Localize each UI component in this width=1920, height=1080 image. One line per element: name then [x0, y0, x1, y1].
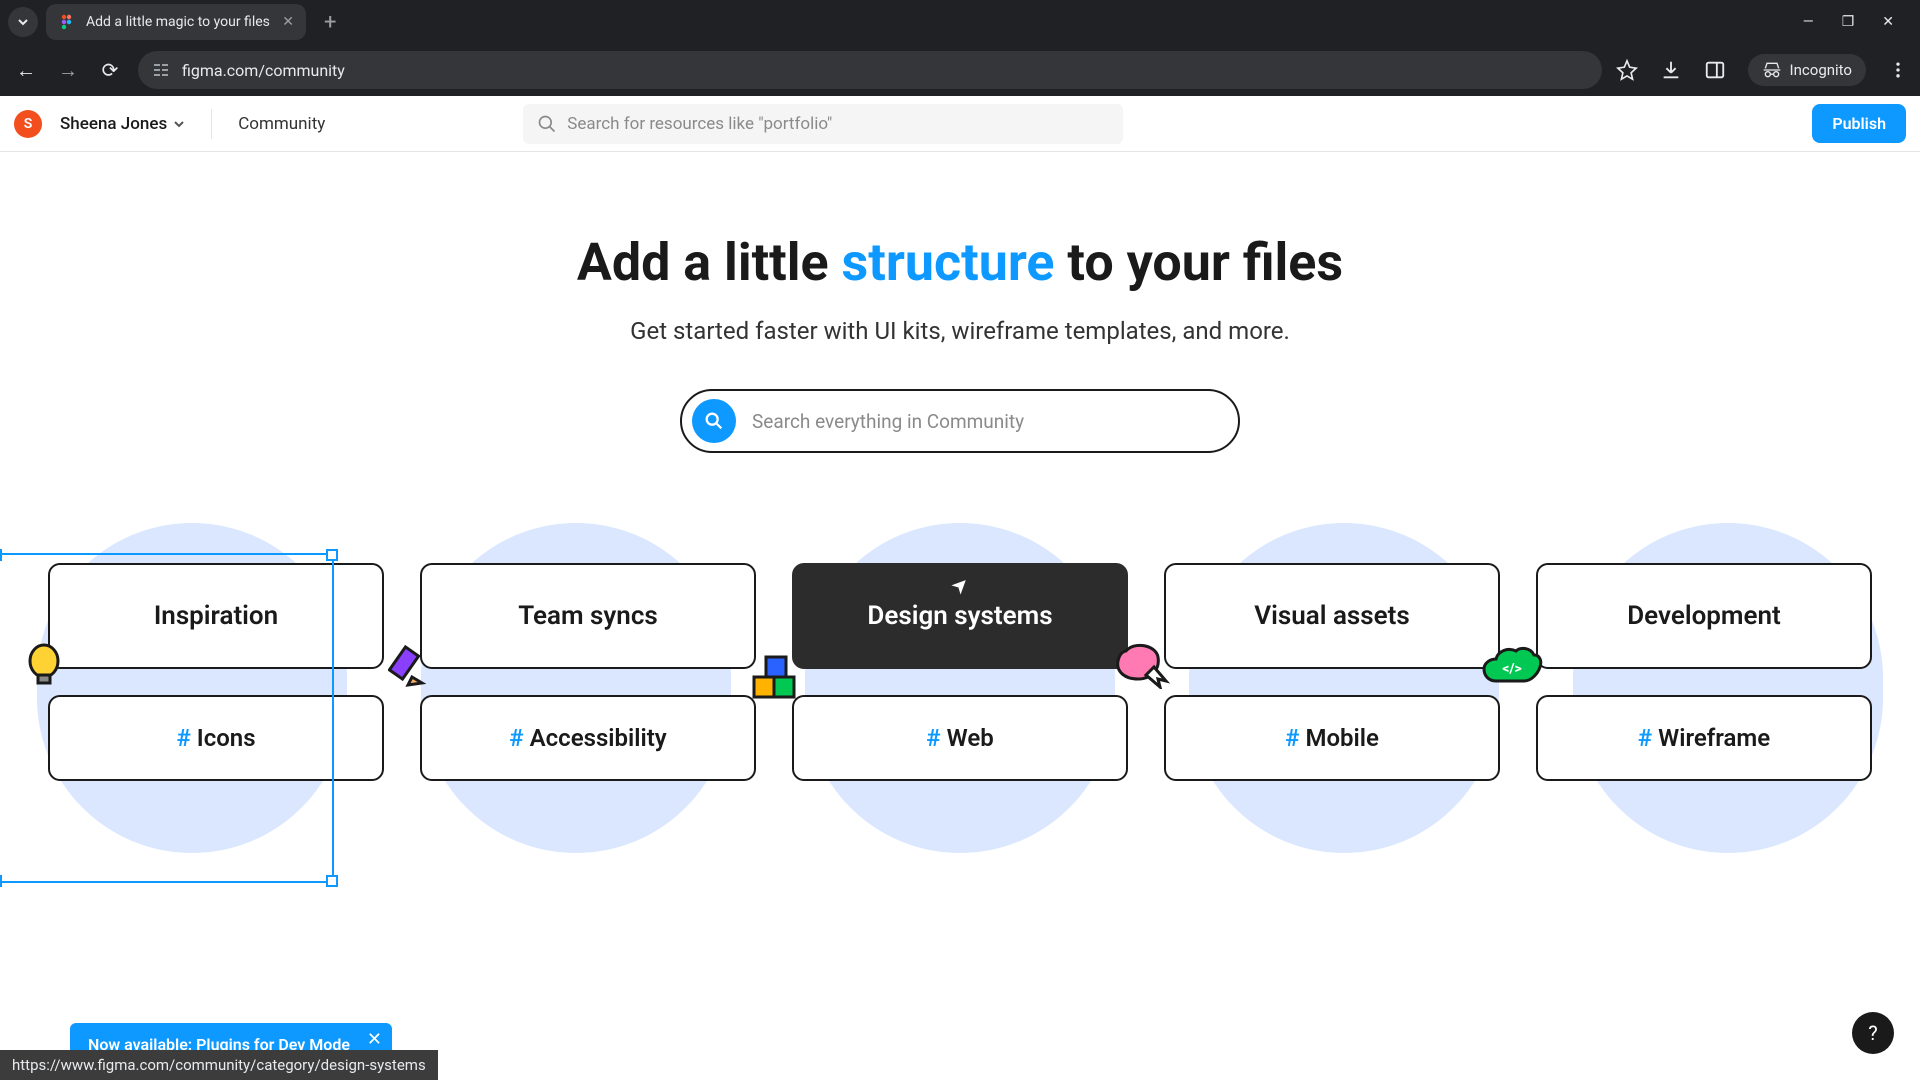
window-maximize-icon[interactable]: ❐: [1842, 14, 1855, 30]
category-card-team-syncs[interactable]: Team syncs: [420, 563, 756, 669]
category-card-inspiration[interactable]: Inspiration: [48, 563, 384, 669]
user-menu[interactable]: Sheena Jones: [60, 114, 185, 134]
reload-button[interactable]: ⟳: [96, 58, 124, 82]
url-text: figma.com/community: [182, 61, 345, 80]
hero-search-input[interactable]: [752, 410, 1228, 433]
blocks-icon: [748, 653, 798, 703]
svg-text:</>: </>: [1502, 661, 1522, 677]
category-label: Development: [1627, 601, 1781, 631]
pencil-icon: [388, 643, 434, 689]
hash-icon: #: [1638, 724, 1652, 752]
tag-card-mobile[interactable]: # Mobile: [1164, 695, 1500, 781]
incognito-indicator[interactable]: Incognito: [1748, 54, 1866, 86]
tag-label: Wireframe: [1658, 724, 1770, 752]
category-label: Inspiration: [154, 601, 278, 631]
user-name-label: Sheena Jones: [60, 114, 167, 134]
hash-icon: #: [176, 724, 190, 752]
category-card-design-systems[interactable]: Design systems➤: [792, 563, 1128, 669]
status-bar-url: https://www.figma.com/community/category…: [0, 1050, 438, 1080]
tag-label: Accessibility: [530, 724, 667, 752]
community-link[interactable]: Community: [238, 114, 325, 134]
side-panel-icon[interactable]: [1704, 59, 1726, 81]
header-search[interactable]: Search for resources like "portfolio": [523, 104, 1123, 144]
avatar[interactable]: S: [14, 110, 42, 138]
banner-close-icon[interactable]: ✕: [367, 1029, 382, 1050]
bookmark-icon[interactable]: [1616, 59, 1638, 81]
search-icon: [537, 114, 557, 134]
cursor-icon: ➤: [948, 573, 974, 599]
page-subtitle: Get started faster with UI kits, wirefra…: [0, 317, 1920, 345]
chevron-down-icon: [173, 118, 185, 130]
code-cloud-icon: </>: [1480, 645, 1544, 691]
category-card-development[interactable]: Development: [1536, 563, 1872, 669]
header-search-placeholder: Search for resources like "portfolio": [567, 114, 832, 134]
hash-icon: #: [1285, 724, 1299, 752]
window-close-icon[interactable]: ✕: [1882, 14, 1894, 30]
tag-label: Icons: [197, 724, 256, 752]
tab-close-icon[interactable]: ✕: [282, 14, 294, 30]
figma-favicon-icon: [58, 13, 76, 31]
help-button[interactable]: ?: [1852, 1012, 1894, 1054]
tab-title: Add a little magic to your files: [86, 14, 270, 30]
back-button[interactable]: ←: [12, 58, 40, 83]
forward-button[interactable]: →: [54, 58, 82, 83]
new-tab-button[interactable]: +: [314, 10, 346, 35]
category-label: Visual assets: [1254, 601, 1410, 631]
hash-icon: #: [509, 724, 523, 752]
hash-icon: #: [926, 724, 940, 752]
chevron-down-icon: [17, 16, 29, 28]
publish-button[interactable]: Publish: [1812, 104, 1906, 143]
shape-cursor-icon: [1114, 641, 1170, 689]
search-icon: [692, 399, 736, 443]
incognito-label: Incognito: [1790, 61, 1852, 79]
lightbulb-icon: [20, 641, 68, 689]
tag-label: Web: [947, 724, 994, 752]
tag-card-wireframe[interactable]: # Wireframe: [1536, 695, 1872, 781]
window-minimize-icon[interactable]: —: [1803, 14, 1814, 30]
page-title: Add a little structure to your files: [0, 232, 1920, 293]
category-label: Team syncs: [518, 601, 658, 631]
tag-card-web[interactable]: # Web: [792, 695, 1128, 781]
browser-tab[interactable]: Add a little magic to your files ✕: [46, 4, 306, 40]
browser-menu-icon[interactable]: [1888, 60, 1908, 80]
address-bar[interactable]: figma.com/community: [138, 51, 1602, 89]
hero-search[interactable]: [680, 389, 1240, 453]
tag-label: Mobile: [1305, 724, 1378, 752]
tag-card-icons[interactable]: # Icons: [48, 695, 384, 781]
tab-search-dropdown[interactable]: [8, 7, 38, 37]
category-label: Design systems: [867, 601, 1052, 631]
downloads-icon[interactable]: [1660, 59, 1682, 81]
incognito-icon: [1762, 60, 1782, 80]
category-card-visual-assets[interactable]: Visual assets: [1164, 563, 1500, 669]
site-settings-icon[interactable]: [152, 61, 170, 79]
divider: [211, 109, 212, 139]
tag-card-accessibility[interactable]: # Accessibility: [420, 695, 756, 781]
